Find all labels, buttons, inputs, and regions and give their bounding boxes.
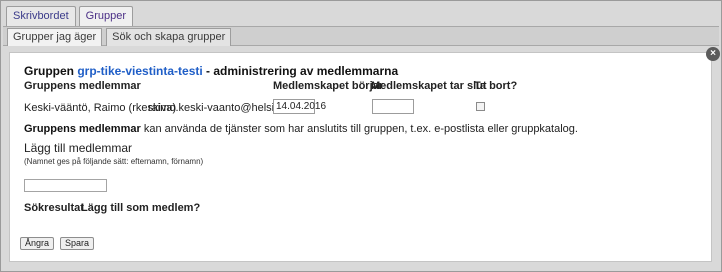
end-date-field[interactable] (372, 99, 414, 114)
subtab-grupper-jag-ager[interactable]: Grupper jag äger (7, 28, 103, 46)
tab-grupper[interactable]: Grupper (78, 6, 133, 27)
group-name: grp-tike-viestinta-testi (77, 64, 203, 78)
column-header-remove: Ta bort? (474, 80, 518, 92)
members-note: Gruppens medlemmar kan använda de tjänst… (24, 123, 578, 135)
add-as-member-label: Lägg till som medlem? (81, 202, 201, 214)
column-header-members: Gruppens medlemmar (24, 80, 141, 92)
sub-navigation-bar: Grupper jag äger Sök och skapa grupper (3, 26, 719, 46)
column-header-start: Medlemskapet börjar (273, 80, 384, 92)
add-members-hint: (Namnet ges på följande sätt: efternamn,… (24, 157, 204, 166)
search-results-label: Sökresultat (24, 202, 84, 214)
start-date-field[interactable]: 14.04.2016 (273, 99, 326, 114)
tab-skrivbordet[interactable]: Skrivbordet (6, 6, 76, 26)
column-header-end: Medlemskapet tar slut (371, 80, 487, 92)
close-icon[interactable]: × (706, 47, 720, 61)
member-admin-panel: Gruppen grp-tike-viestinta-testi - admin… (9, 52, 712, 262)
add-members-heading: Lägg till medlemmar (24, 141, 133, 155)
sub-tabs: Grupper jag äger Sök och skapa grupper (7, 28, 232, 46)
remove-member-checkbox[interactable] (476, 102, 485, 111)
title-suffix: - administrering av medlemmarna (206, 64, 399, 78)
page-title: Gruppen grp-tike-viestinta-testi - admin… (24, 64, 398, 78)
member-search-input[interactable] (24, 179, 107, 192)
subtab-sok-och-skapa-grupper[interactable]: Sök och skapa grupper (106, 28, 232, 46)
members-note-bold: Gruppens medlemmar (24, 123, 141, 135)
save-button[interactable]: Spara (60, 237, 95, 250)
main-tabs: Skrivbordet Grupper (6, 6, 133, 27)
title-prefix: Gruppen (24, 64, 74, 78)
members-note-text: kan använda de tjänster som har anslutit… (143, 123, 578, 135)
cancel-button[interactable]: Ångra (20, 237, 55, 250)
